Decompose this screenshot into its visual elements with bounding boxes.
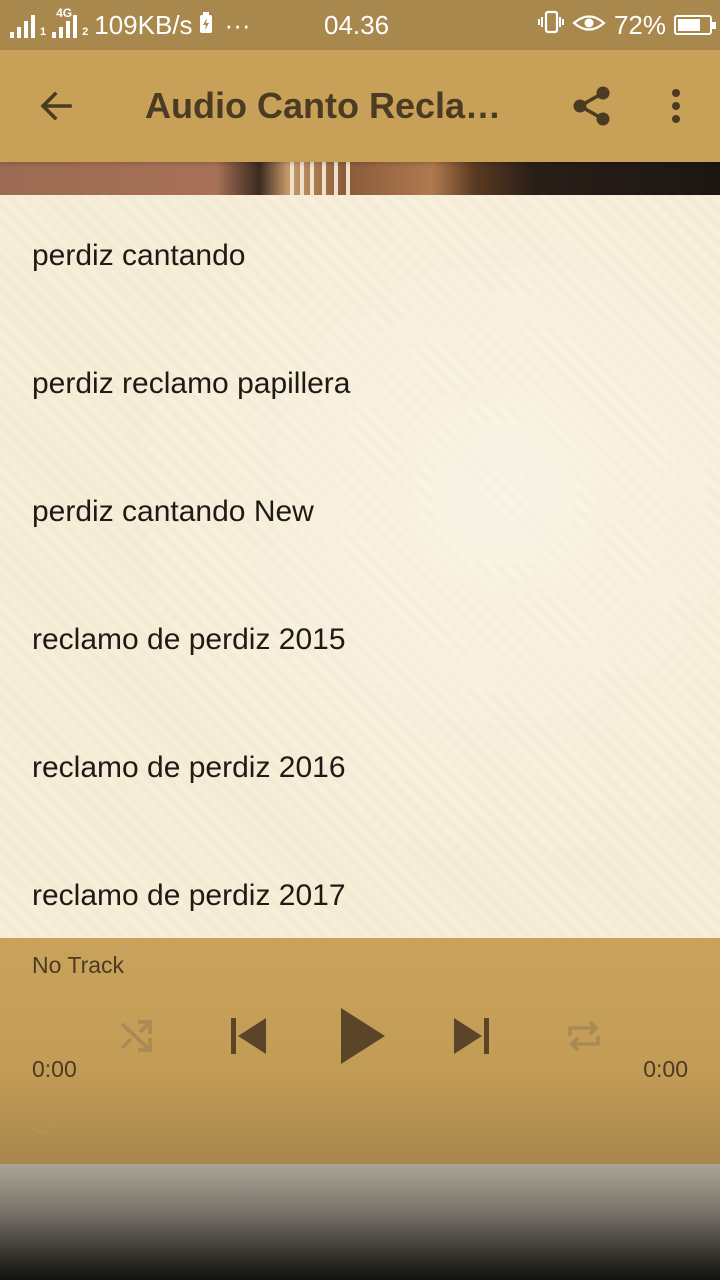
network-type: 4G [56,6,73,20]
shuffle-icon [120,1020,152,1052]
audio-list: perdiz cantando perdiz reclamo papillera… [0,195,720,938]
list-item[interactable]: perdiz cantando [0,195,720,323]
list-item-label: perdiz cantando New [32,495,314,528]
status-right: 72% [537,8,716,42]
status-bar: 1 4G 2 109KB/s ··· 04.36 72% [0,0,720,50]
app-bar: Audio Canto Recla… [0,50,720,162]
play-button[interactable] [330,1004,394,1068]
back-arrow-icon [40,91,72,121]
previous-button[interactable] [216,1004,280,1068]
more-indicator: ··· [224,9,251,40]
signal-icon: 1 [10,12,46,38]
list-item[interactable]: reclamo de perdiz 2017 [0,835,720,938]
battery-saver-icon [199,10,213,41]
track-title: No Track [32,952,125,978]
eye-icon [572,10,606,41]
list-item-label: perdiz reclamo papillera [32,367,351,400]
signal-icon: 4G 2 [52,6,89,38]
next-button[interactable] [440,1004,504,1068]
total-time: 0:00 [643,1056,688,1082]
skip-previous-icon [231,1018,266,1054]
back-button[interactable] [30,80,82,132]
data-speed: 109KB/s [94,9,193,40]
page-title: Audio Canto Recla… [145,85,502,126]
repeat-icon [568,1020,600,1052]
repeat-button[interactable] [552,1004,616,1068]
current-time: 0:00 [32,1056,77,1082]
battery-icon [674,15,716,35]
audio-player: No Track 0:00 0:00 [0,938,720,1164]
list-item-label: reclamo de perdiz 2015 [32,623,346,656]
sim2-label: 2 [82,26,89,38]
header-image [0,162,720,195]
list-item[interactable]: reclamo de perdiz 2015 [0,579,720,707]
list-item[interactable]: perdiz cantando New [0,451,720,579]
list-item-label: reclamo de perdiz 2016 [32,751,346,784]
play-icon [341,1008,385,1064]
list-item-label: reclamo de perdiz 2017 [32,879,346,912]
more-options-button[interactable] [650,80,702,132]
shuffle-button[interactable] [104,1004,168,1068]
status-left: 1 4G 2 109KB/s ··· [10,6,251,42]
bottom-area [0,1164,720,1280]
vibrate-icon [537,9,564,42]
battery-percent: 72% [613,9,666,40]
share-icon [573,86,610,126]
list-item-label: perdiz cantando [32,239,246,272]
skip-next-icon [454,1018,489,1054]
clock: 04.36 [324,9,390,40]
list-item[interactable]: reclamo de perdiz 2016 [0,707,720,835]
seek-slider[interactable] [31,1114,51,1134]
share-button[interactable] [566,80,618,132]
more-vert-icon [672,89,680,123]
sim1-label: 1 [40,26,47,38]
list-item[interactable]: perdiz reclamo papillera [0,323,720,451]
